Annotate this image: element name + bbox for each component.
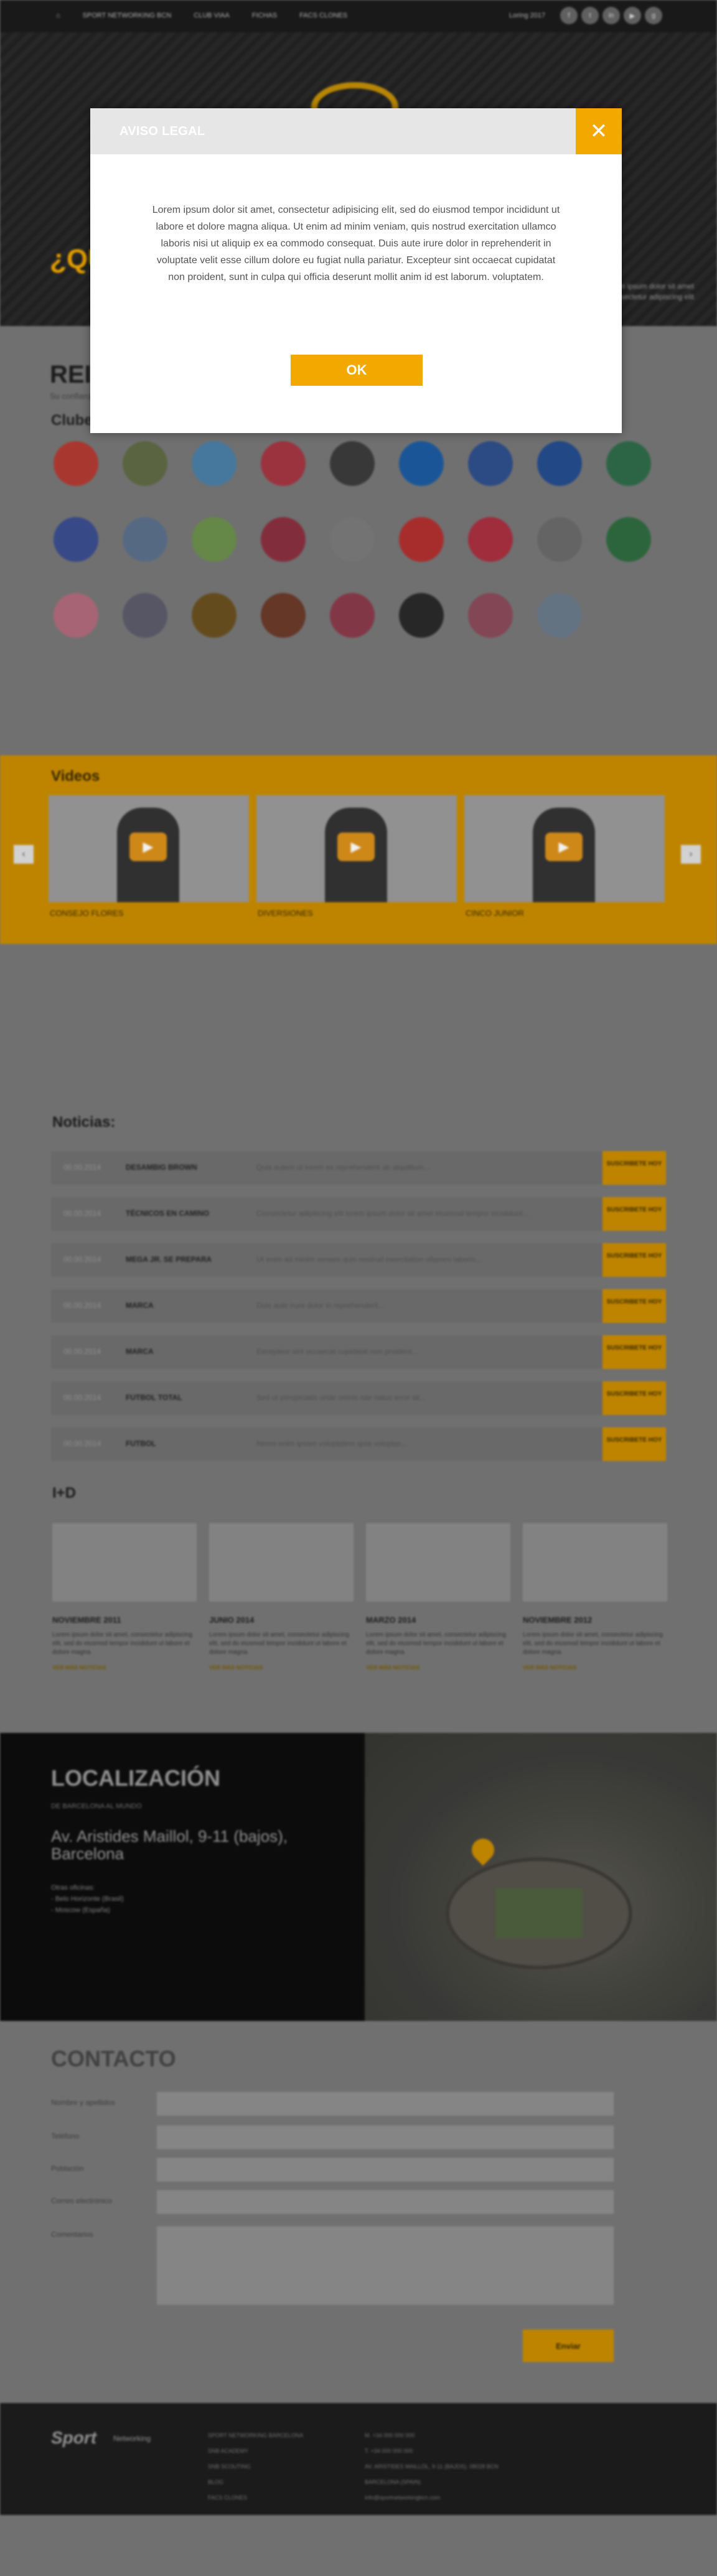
modal-header: AVISO LEGAL ✕	[90, 108, 622, 154]
ok-button[interactable]: OK	[291, 355, 423, 386]
modal-body-text: Lorem ipsum dolor sit amet, consectetur …	[152, 205, 560, 282]
close-icon[interactable]: ✕	[576, 108, 622, 154]
legal-notice-modal: AVISO LEGAL ✕ Lorem ipsum dolor sit amet…	[90, 108, 622, 433]
modal-title: AVISO LEGAL	[120, 124, 205, 138]
